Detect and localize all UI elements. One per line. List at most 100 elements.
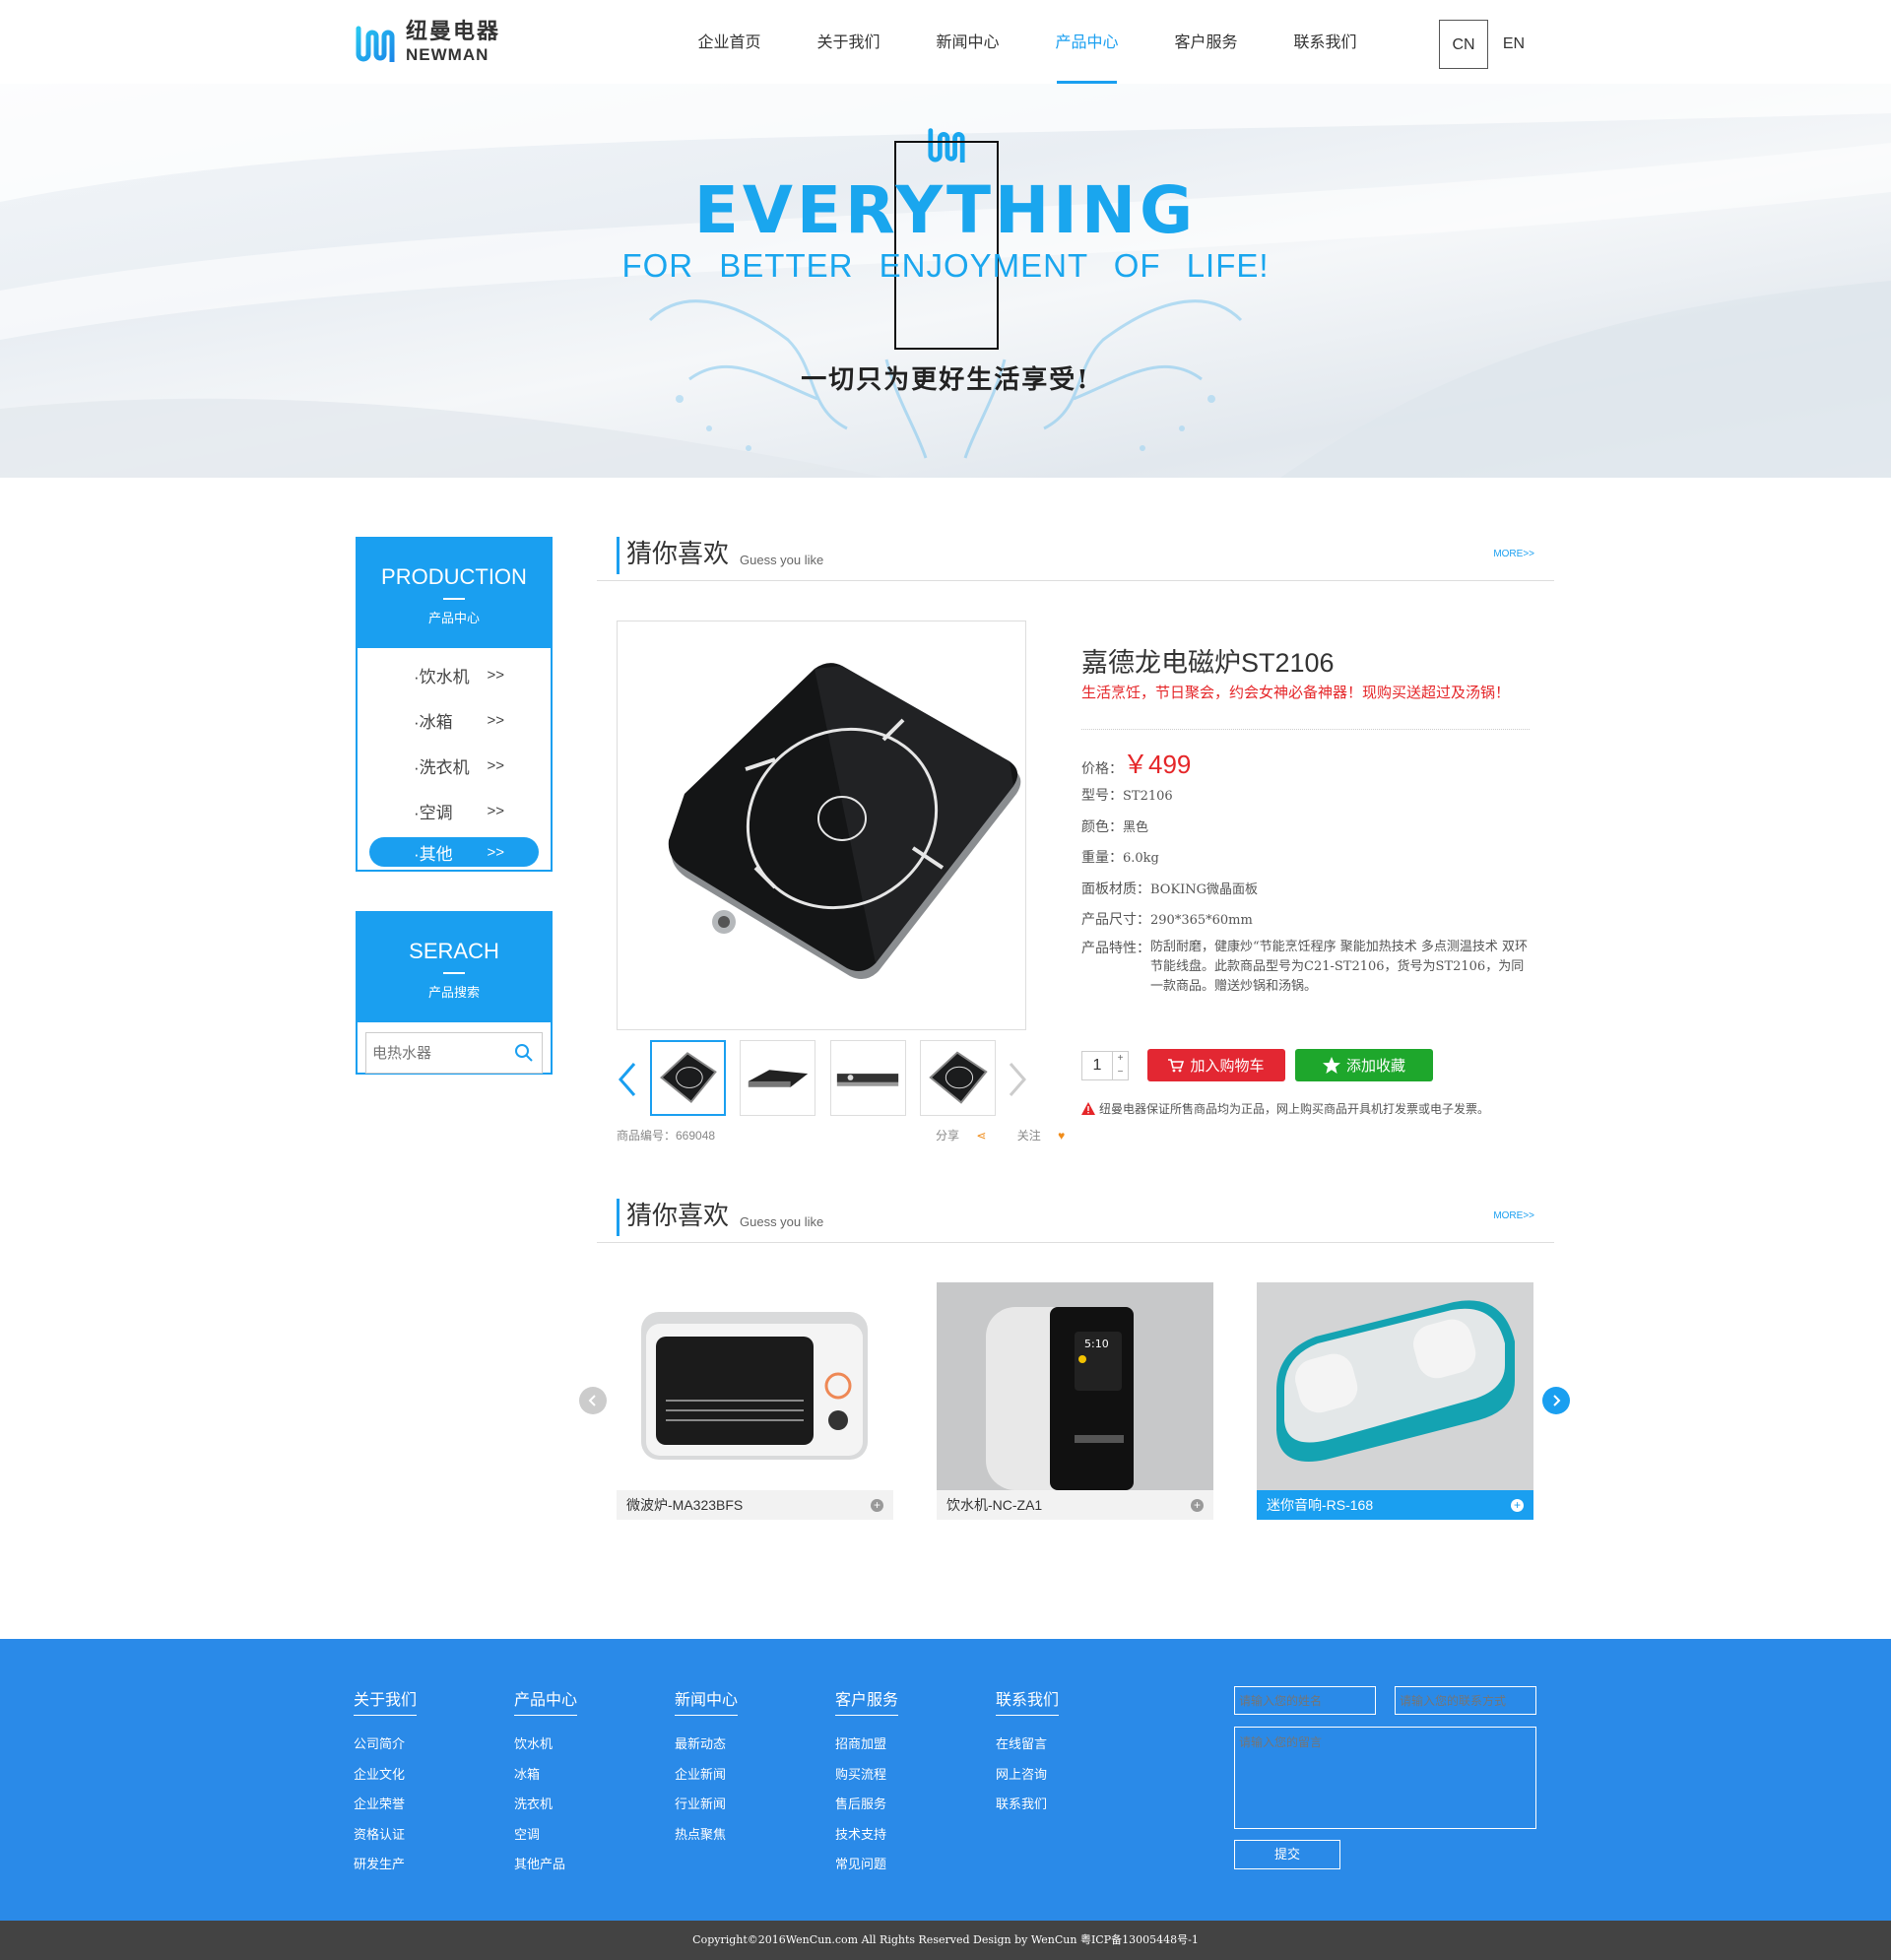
lang-cn-button[interactable]: CN (1439, 20, 1488, 69)
thumbnail-image (929, 1051, 988, 1104)
card-image-dispenser: 5:10 (937, 1282, 1213, 1490)
cart-icon (1168, 1058, 1185, 1072)
plus-icon[interactable]: + (871, 1499, 883, 1512)
footer-link[interactable]: 最新动态 (675, 1733, 738, 1764)
footer-link[interactable]: 售后服务 (835, 1794, 898, 1824)
nav-news[interactable]: 新闻中心 (908, 0, 1027, 84)
section-title: 猜你喜欢 (626, 539, 730, 568)
category-item-other[interactable]: ·其他 >> (369, 837, 539, 867)
product-thumbnail-2[interactable] (740, 1040, 815, 1116)
product-category-panel: PRODUCTION 产品中心 ·饮水机 >> ·冰箱 >> ·洗衣机 >> ·空调 >… (356, 537, 553, 872)
more-link[interactable]: MORE>> (1493, 549, 1534, 559)
spec-row-features: 产品特性： 防刮耐磨，健康炒“节能烹饪程序 聚能加热技术 多点测温技术 双环节能… (1081, 938, 1534, 997)
category-item-aircon[interactable]: ·空调 >> (369, 792, 539, 829)
footer-col-title: 新闻中心 (675, 1686, 739, 1716)
footer-link[interactable]: 其他产品 (514, 1854, 577, 1884)
share-button[interactable]: 分享 ⋖ (936, 1129, 1000, 1143)
quantity-up-button[interactable]: + (1113, 1052, 1128, 1066)
footer-link[interactable]: 招商加盟 (835, 1733, 898, 1764)
recommend-card-microwave[interactable]: 微波炉-MA323BFS + (617, 1282, 893, 1520)
product-main-image[interactable] (617, 621, 1026, 1030)
footer-link[interactable]: 行业新闻 (675, 1794, 738, 1824)
footer-submit-button[interactable]: 提交 (1234, 1840, 1340, 1869)
spec-value: 6.0kg (1123, 851, 1159, 866)
nav-products[interactable]: 产品中心 (1027, 0, 1146, 84)
nav-contact[interactable]: 联系我们 (1266, 0, 1385, 84)
card-title: 微波炉-MA323BFS (626, 1497, 744, 1513)
warning-icon (1081, 1102, 1095, 1115)
footer-link[interactable]: 企业文化 (354, 1764, 417, 1795)
add-favorite-button[interactable]: 添加收藏 (1295, 1049, 1433, 1081)
footer-link[interactable]: 购买流程 (835, 1764, 898, 1795)
footer-link[interactable]: 在线留言 (996, 1733, 1059, 1764)
thumb-next-arrow-icon[interactable] (1005, 1060, 1030, 1099)
carousel-next-button[interactable] (1542, 1387, 1570, 1414)
footer-link[interactable]: 网上咨询 (996, 1764, 1059, 1795)
footer-link[interactable]: 饮水机 (514, 1733, 577, 1764)
section-accent-bar (617, 537, 619, 574)
card-caption: 微波炉-MA323BFS + (617, 1490, 893, 1520)
share-label: 分享 (936, 1129, 960, 1143)
category-label: ·其他 (414, 844, 453, 864)
search-icon[interactable] (514, 1043, 534, 1063)
footer-link[interactable]: 研发生产 (354, 1854, 417, 1884)
section-header-guess-2: 猜你喜欢 Guess you like MORE>> (597, 1199, 1554, 1243)
title-underline (443, 598, 465, 600)
footer-link[interactable]: 资格认证 (354, 1824, 417, 1855)
footer-link[interactable]: 热点聚焦 (675, 1824, 738, 1855)
nav-about[interactable]: 关于我们 (789, 0, 908, 84)
share-icon: ⋖ (973, 1129, 987, 1143)
product-thumbnail-1[interactable] (650, 1040, 726, 1116)
footer-link[interactable]: 空调 (514, 1824, 577, 1855)
spec-row-model: 型号：ST2106 (1081, 785, 1173, 805)
footer-link[interactable]: 冰箱 (514, 1764, 577, 1795)
quantity-down-button[interactable]: − (1113, 1066, 1128, 1079)
feature-text: 防刮耐磨，健康炒“节能烹饪程序 聚能加热技术 多点测温技术 双环节能线盘。此款商… (1150, 940, 1529, 994)
spec-row-weight: 重量：6.0kg (1081, 847, 1159, 867)
product-thumbnail-4[interactable] (920, 1040, 996, 1116)
footer-link[interactable]: 洗衣机 (514, 1794, 577, 1824)
recommend-card-speaker[interactable]: 迷你音响-RS-168 + (1257, 1282, 1533, 1520)
lang-en-button[interactable]: EN (1489, 20, 1538, 69)
plus-icon[interactable]: + (1191, 1499, 1204, 1512)
follow-button[interactable]: 关注 ♥ (1017, 1129, 1078, 1143)
category-item-fridge[interactable]: ·冰箱 >> (369, 701, 539, 739)
product-thumbnail-3[interactable] (830, 1040, 906, 1116)
category-item-water-dispenser[interactable]: ·饮水机 >> (369, 656, 539, 693)
card-image-speaker (1257, 1282, 1533, 1490)
footer-col-news: 新闻中心 最新动态 企业新闻 行业新闻 热点聚焦 (675, 1686, 739, 1855)
footer-name-input[interactable] (1234, 1686, 1376, 1715)
section-subtitle: Guess you like (740, 1214, 824, 1229)
recommend-card-dispenser[interactable]: 5:10 饮水机-NC-ZA1 + (937, 1282, 1213, 1520)
thumb-prev-arrow-icon[interactable] (615, 1060, 640, 1099)
newman-logo-icon (356, 26, 395, 62)
section-title: 猜你喜欢 (626, 1201, 730, 1230)
search-input[interactable] (366, 1033, 514, 1073)
nav-service[interactable]: 客户服务 (1146, 0, 1266, 84)
footer-link[interactable]: 公司简介 (354, 1733, 417, 1764)
nav-home[interactable]: 企业首页 (670, 0, 789, 84)
product-title: 嘉德龙电磁炉ST2106 (1081, 648, 1335, 678)
detail-divider (1081, 729, 1530, 730)
footer-col-title: 客户服务 (835, 1686, 899, 1716)
footer-link[interactable]: 联系我们 (996, 1794, 1059, 1824)
footer-contact-input[interactable] (1395, 1686, 1536, 1715)
brand-logo[interactable]: 纽曼电器 NEWMAN (355, 20, 512, 63)
quantity-value[interactable]: 1 (1082, 1052, 1112, 1079)
carousel-prev-button[interactable] (579, 1387, 607, 1414)
footer-link[interactable]: 技术支持 (835, 1824, 898, 1855)
add-to-cart-button[interactable]: 加入购物车 (1147, 1049, 1285, 1081)
plus-icon[interactable]: + (1511, 1499, 1524, 1512)
footer-link[interactable]: 常见问题 (835, 1854, 898, 1884)
more-link[interactable]: MORE>> (1493, 1210, 1534, 1221)
footer-link[interactable]: 企业新闻 (675, 1764, 738, 1795)
add-favorite-label: 添加收藏 (1345, 1058, 1405, 1075)
search-panel-header: SERACH 产品搜索 (358, 913, 551, 1022)
category-item-washer[interactable]: ·洗衣机 >> (369, 747, 539, 784)
category-arrow: >> (487, 843, 504, 861)
induction-cooker-image (668, 663, 1021, 980)
footer-link[interactable]: 企业荣誉 (354, 1794, 417, 1824)
svg-text:5:10: 5:10 (1084, 1338, 1109, 1350)
product-search-panel: SERACH 产品搜索 (356, 911, 553, 1075)
footer-message-textarea[interactable] (1234, 1727, 1536, 1829)
